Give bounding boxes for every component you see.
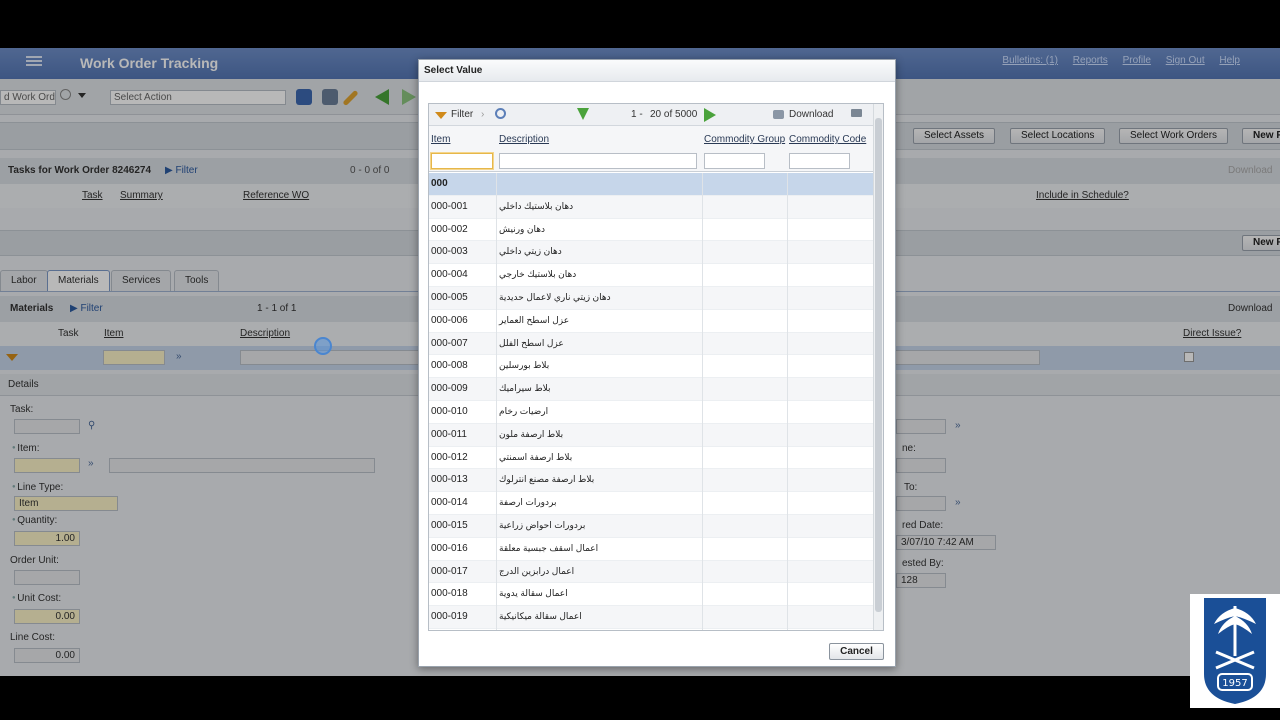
row-description: عزل اسطح العماير (499, 314, 570, 325)
row-item: 000-017 (431, 565, 468, 577)
col-divider (787, 173, 788, 630)
row-description: بردورات ارصفة (499, 497, 557, 508)
scrollbar-thumb[interactable] (875, 118, 882, 612)
row-description: بلاط ارصفة مصنع انترلوك (499, 474, 595, 485)
row-item: 000-005 (431, 291, 468, 303)
download-link[interactable]: Download (789, 109, 833, 120)
page-range-start: 1 - (631, 109, 643, 120)
row-item: 000-015 (431, 519, 468, 531)
filter-icon[interactable] (435, 112, 447, 119)
row-item: 000-019 (431, 611, 468, 623)
select-value-dialog: Select Value Filter › 1 - 20 of 5000 Dow… (418, 59, 896, 667)
table-toolbar: Filter › 1 - 20 of 5000 Download (429, 104, 875, 126)
row-description: دهان بلاستيك خارجي (499, 269, 577, 280)
table-scrollbar[interactable] (873, 104, 883, 630)
page-count: 20 of 5000 (650, 109, 698, 120)
row-item: 000-002 (431, 223, 468, 235)
row-description: بردورات احواض زراعية (499, 519, 586, 530)
row-description: ارضيات رخام (499, 405, 549, 416)
col-commodity-code[interactable]: Commodity Code (789, 134, 866, 145)
row-item: 000-006 (431, 314, 468, 326)
next-page-icon[interactable] (704, 108, 716, 122)
col-divider (702, 173, 703, 630)
logo-year: 1957 (1222, 678, 1247, 689)
search-icon[interactable] (495, 108, 506, 119)
row-item: 000-016 (431, 542, 468, 554)
row-item: 000-001 (431, 200, 468, 212)
value-table: Filter › 1 - 20 of 5000 Download Item De… (428, 103, 884, 631)
row-description: دهان زيتي ناري لاعمال حديدية (499, 291, 611, 302)
row-item: 000-014 (431, 497, 468, 509)
row-item: 000-013 (431, 474, 468, 486)
row-description: اعمال سقالة ميكانيكية (499, 611, 582, 622)
row-description: دهان بلاستيك داخلي (499, 200, 574, 211)
chevron-right-icon: › (481, 109, 485, 120)
row-description: بلاط بورسلين (499, 360, 550, 371)
table-header: Item Description Commodity Group Commodi… (429, 126, 875, 172)
col-item[interactable]: Item (431, 134, 450, 145)
dialog-title: Select Value (424, 65, 483, 76)
row-item: 000-003 (431, 246, 468, 258)
row-item: 000-011 (431, 428, 467, 440)
logo-emblem: 1957 (1204, 598, 1266, 704)
row-item: 000-018 (431, 588, 468, 600)
download-icon[interactable] (773, 110, 784, 119)
commodity-code-filter-input[interactable] (789, 153, 850, 169)
row-item: 000-004 (431, 269, 468, 281)
item-filter-input[interactable] (431, 153, 493, 169)
table-menu-icon[interactable] (851, 109, 862, 117)
download-arrow-icon[interactable] (577, 108, 589, 120)
cursor-indicator (314, 337, 332, 355)
row-description: دهان زيتي داخلي (499, 246, 562, 257)
row-description: عزل اسطح الفلل (499, 337, 564, 348)
row-description: اعمال درابزين الدرج (499, 565, 575, 576)
col-divider (496, 173, 497, 630)
row-description: اعمال اسقف جبسية معلقة (499, 542, 599, 553)
dialog-header: Select Value (419, 60, 895, 82)
row-item: 000-012 (431, 451, 468, 463)
row-description: بلاط سيراميك (499, 383, 551, 394)
row-item: 000 (431, 178, 448, 189)
row-description: بلاط ارصفة ملون (499, 428, 564, 439)
row-description: دهان ورنيش (499, 223, 545, 234)
col-commodity-group[interactable]: Commodity Group (704, 134, 785, 145)
row-description: اعمال سقالة يدوية (499, 588, 568, 599)
row-description: بلاط ارصفة اسمنتي (499, 451, 573, 462)
university-logo: 1957 (1190, 594, 1280, 708)
filter-label[interactable]: Filter (451, 109, 473, 120)
cancel-button[interactable]: Cancel (829, 643, 884, 660)
row-item: 000-007 (431, 337, 468, 349)
row-item: 000-009 (431, 383, 468, 395)
col-description[interactable]: Description (499, 134, 549, 145)
commodity-group-filter-input[interactable] (704, 153, 765, 169)
row-item: 000-010 (431, 405, 468, 417)
row-item: 000-008 (431, 360, 468, 372)
description-filter-input[interactable] (499, 153, 697, 169)
